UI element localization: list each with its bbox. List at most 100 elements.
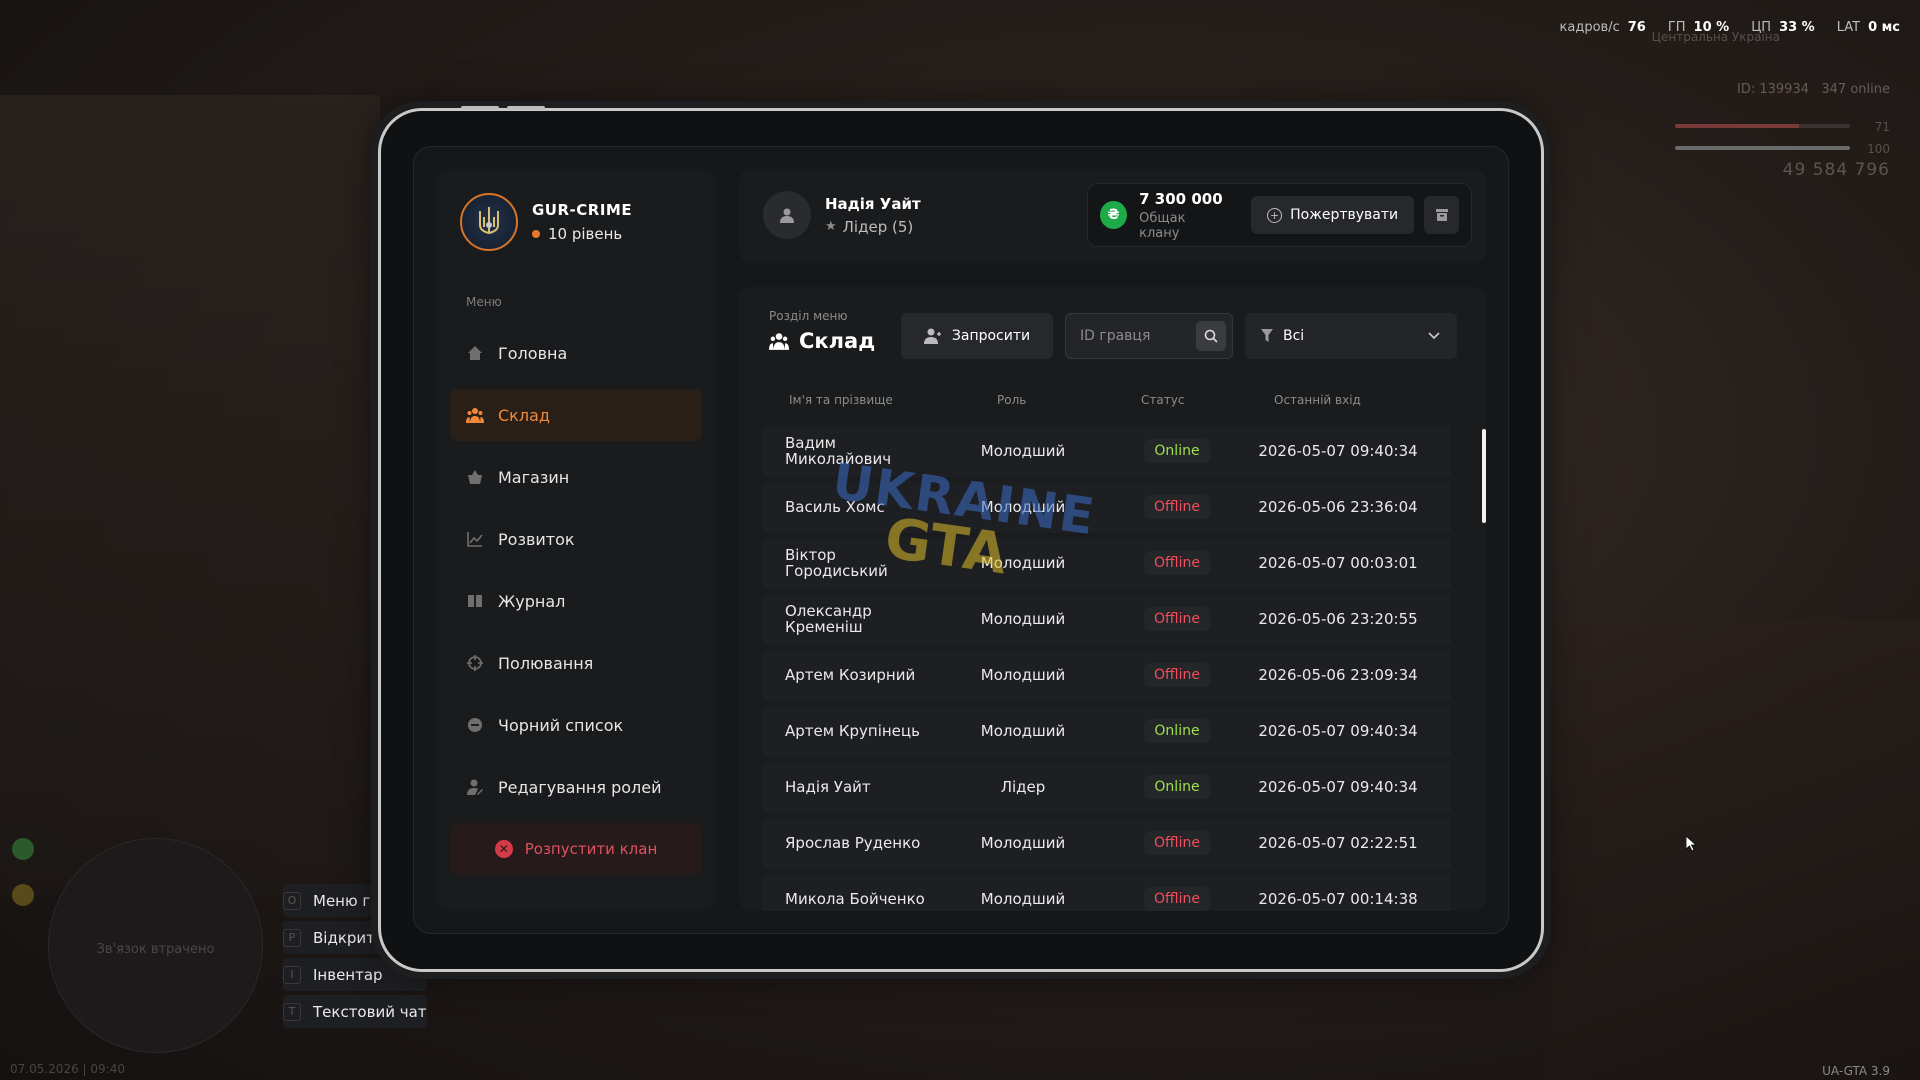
add-user-icon <box>923 328 941 344</box>
member-role: Молодший <box>980 890 1066 908</box>
sidebar-item-blacklist[interactable]: Чорний список <box>450 699 702 751</box>
home-icon <box>466 344 484 362</box>
hint-key: I <box>283 965 301 984</box>
table-row[interactable]: Василь Хомс Молодший Offline 2026-05-06 23:… <box>763 481 1451 533</box>
member-last-login: 2026-05-07 02:22:51 <box>1258 834 1418 852</box>
sidebar: GUR-CRIME 10 рівень Меню Головна Склад М… <box>436 169 716 911</box>
member-role: Молодший <box>980 610 1066 628</box>
hint-key: P <box>283 928 301 947</box>
armor-value: 100 <box>1867 142 1890 156</box>
user-role-text: Лідер (5) <box>842 217 914 236</box>
sidebar-item-shop[interactable]: Магазин <box>450 451 702 503</box>
close-icon: ✕ <box>494 840 513 858</box>
member-last-login: 2026-05-06 23:36:04 <box>1258 498 1418 516</box>
column-header-last-login: Останній вхід <box>1274 393 1361 407</box>
member-last-login: 2026-05-07 09:40:34 <box>1258 778 1418 796</box>
sidebar-item-label: Головна <box>498 343 568 363</box>
donate-label: Пожертвувати <box>1290 207 1399 223</box>
sidebar-item-roster[interactable]: Склад <box>450 389 702 441</box>
fps-label: кадров/с <box>1559 20 1620 35</box>
sidebar-item-label: Журнал <box>498 591 566 611</box>
user-info: Надія Уайт ★ Лідер (5) <box>763 191 921 239</box>
level-dot-icon <box>532 230 540 238</box>
tablet-screen: GUR-CRIME 10 рівень Меню Головна Склад М… <box>413 146 1509 934</box>
table-row[interactable]: Віктор Городиський Молодший Offline 2026-05… <box>763 537 1451 589</box>
member-last-login: 2026-05-07 09:40:34 <box>1258 442 1418 460</box>
member-name: Артем Козирний <box>785 666 916 684</box>
user-role: ★ Лідер (5) <box>825 218 921 236</box>
status-badge: Offline <box>1144 495 1210 519</box>
online-count: 347 online <box>1821 82 1890 97</box>
user-icon <box>780 208 794 223</box>
disband-label: Розпустити клан <box>524 840 658 858</box>
donate-button[interactable]: + Пожертвувати <box>1251 196 1415 234</box>
status-badge: Online <box>1144 719 1210 743</box>
invite-label: Запросити <box>951 328 1031 344</box>
sidebar-item-hunting[interactable]: Полювання <box>450 637 702 689</box>
sidebar-item-label: Редагування ролей <box>498 777 662 797</box>
background-wall <box>0 95 380 895</box>
avatar <box>763 191 811 239</box>
chart-icon <box>466 530 484 548</box>
column-header-status: Статус <box>1141 393 1185 407</box>
search-input[interactable] <box>1080 328 1190 344</box>
table-row[interactable]: Олександр Кременіш Молодший Offline 2026-05… <box>763 593 1451 645</box>
member-status: Offline <box>1141 593 1213 645</box>
player-id: ID: 139934 <box>1737 82 1809 97</box>
cpu-value: 33 % <box>1779 20 1815 35</box>
lat-label: LAT <box>1836 20 1861 35</box>
sidebar-item-label: Чорний список <box>498 715 624 735</box>
clan-name: GUR-CRIME <box>532 201 633 219</box>
lat-value: 0 мс <box>1868 20 1900 35</box>
member-last-login: 2026-05-07 09:40:34 <box>1258 722 1418 740</box>
table-row[interactable]: Вадим Миколайович Молодший Online 2026-05-0… <box>763 425 1451 477</box>
section-subtitle: Розділ меню <box>769 309 848 323</box>
table-row[interactable]: Ярослав Руденко Молодший Offline 2026-05-07… <box>763 817 1451 869</box>
sidebar-item-edit-roles[interactable]: Редагування ролей <box>450 761 702 813</box>
sidebar-item-home[interactable]: Головна <box>450 327 702 379</box>
header-card: Надія Уайт ★ Лідер (5) ₴ 7 300 000 Общак… <box>739 169 1486 263</box>
sidebar-item-label: Магазин <box>498 467 570 487</box>
table-row[interactable]: Артем Козирний Молодший Offline 2026-05-06 … <box>763 649 1451 701</box>
member-table: Вадим Миколайович Молодший Online 2026-05-0… <box>763 425 1451 911</box>
member-role: Лідер <box>1000 778 1046 796</box>
box-icon <box>1435 209 1448 221</box>
member-name: Ярослав Руденко <box>785 834 921 852</box>
filter-value: Всі <box>1283 328 1305 344</box>
status-badge: Offline <box>1144 663 1210 687</box>
table-row[interactable]: Артем Крупінець Молодший Online 2026-05-07 … <box>763 705 1451 757</box>
status-filter-dropdown[interactable]: Всі <box>1245 313 1457 359</box>
table-row[interactable]: Надія Уайт Лідер Online 2026-05-07 09:40:34 <box>763 761 1451 813</box>
chevron-down-icon <box>1428 332 1440 340</box>
hint-key: T <box>283 1002 301 1021</box>
scrollbar[interactable] <box>1482 429 1486 523</box>
sidebar-item-journal[interactable]: Журнал <box>450 575 702 627</box>
status-badge: Offline <box>1144 607 1210 631</box>
page-title-text: Склад <box>799 329 876 353</box>
player-info: ID: 139934 347 online <box>1737 82 1890 97</box>
search-button[interactable] <box>1196 321 1226 351</box>
invite-button[interactable]: Запросити <box>901 313 1053 359</box>
basket-icon <box>466 468 484 486</box>
datetime: 07.05.2026 | 09:40 <box>10 1062 125 1076</box>
clan-level: 10 рівень <box>532 225 632 243</box>
status-badge: Offline <box>1144 831 1210 855</box>
tablet-frame: GUR-CRIME 10 рівень Меню Головна Склад М… <box>378 106 1544 972</box>
user-name: Надія Уайт <box>825 194 921 213</box>
money-display: 49 584 796 <box>1782 160 1890 180</box>
table-row[interactable]: Микола Бойченко Молодший Offline 2026-05-07… <box>763 873 1451 911</box>
roster-panel: Розділ меню Склад Запросити Всі <box>739 287 1486 911</box>
clan-info: GUR-CRIME 10 рівень <box>436 169 716 275</box>
hint-label: Інвентар <box>313 965 383 984</box>
disband-clan-button[interactable]: ✕ Розпустити клан <box>450 823 702 875</box>
status-badge: Online <box>1144 439 1210 463</box>
page-title: Склад <box>769 329 875 353</box>
clan-logo <box>460 193 518 251</box>
book-icon <box>466 592 484 610</box>
tablet-button <box>507 106 545 110</box>
sidebar-item-label: Склад <box>498 405 550 425</box>
storage-button[interactable] <box>1424 196 1459 234</box>
column-header-role: Роль <box>997 393 1027 407</box>
sidebar-item-development[interactable]: Розвиток <box>450 513 702 565</box>
tablet-button <box>461 106 499 110</box>
